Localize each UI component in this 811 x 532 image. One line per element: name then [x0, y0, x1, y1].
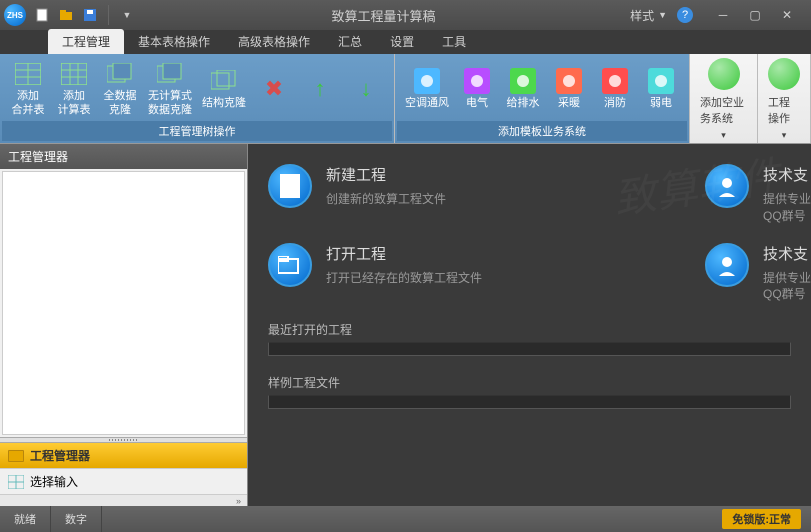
system-icon: [555, 67, 583, 95]
arrow-up-icon: ↑: [304, 73, 336, 105]
qat-new-icon[interactable]: [32, 5, 52, 25]
chevron-down-icon: ▾: [721, 130, 726, 141]
ribbon-tabs: 工程管理 基本表格操作 高级表格操作 汇总 设置 工具: [0, 30, 811, 54]
support2-card[interactable]: 技术支 提供专业 QQ群号: [705, 243, 811, 304]
system-icon: [601, 67, 629, 95]
new-project-card[interactable]: 新建工程 创建新的致算工程文件: [268, 164, 446, 225]
tab-tools[interactable]: 工具: [428, 29, 480, 54]
nocalc-clone-button[interactable]: 无计算式 数据克隆: [144, 58, 196, 118]
open-project-card[interactable]: 打开工程 打开已经存在的致算工程文件: [268, 243, 482, 304]
qat-save-icon[interactable]: [80, 5, 100, 25]
grid-icon: [8, 475, 24, 489]
tab-basic-table[interactable]: 基本表格操作: [124, 29, 224, 54]
status-number: 数字: [51, 506, 102, 532]
tab-summary[interactable]: 汇总: [324, 29, 376, 54]
full-clone-button[interactable]: 全数据 克隆: [98, 58, 142, 118]
add-calc-table-button[interactable]: 添加 计算表: [52, 58, 96, 118]
struct-clone-button[interactable]: 结构克隆: [198, 65, 250, 112]
tab-settings[interactable]: 设置: [376, 29, 428, 54]
move-up-button[interactable]: ↑: [298, 71, 342, 107]
arrow-down-icon: ↓: [350, 73, 382, 105]
help-icon[interactable]: ?: [677, 7, 693, 23]
status-ready: 就绪: [0, 506, 51, 532]
delete-button[interactable]: ✖: [252, 71, 296, 107]
clone-icon: [210, 67, 238, 95]
minimize-button[interactable]: ─: [713, 7, 733, 23]
app-icon[interactable]: ZHS: [4, 4, 26, 26]
qat-dropdown-icon[interactable]: ▼: [117, 5, 137, 25]
clone-icon: [156, 60, 184, 88]
x-icon: ✖: [258, 73, 290, 105]
template-system-button[interactable]: 电气: [455, 65, 499, 112]
template-system-button[interactable]: 给排水: [501, 65, 545, 112]
support-icon: [705, 164, 749, 208]
add-empty-system-button[interactable]: 添加空业务系统 ▾: [700, 58, 747, 141]
group-label: 添加模板业务系统: [397, 121, 687, 141]
panel-header: 工程管理器: [0, 144, 247, 169]
tab-project-manage[interactable]: 工程管理: [48, 29, 124, 54]
system-icon: [413, 67, 441, 95]
select-input-item[interactable]: 选择输入: [0, 468, 247, 494]
chevron-down-icon: ▾: [782, 130, 787, 141]
table-icon: [14, 60, 42, 88]
support1-card[interactable]: 技术支 提供专业 QQ群号: [705, 164, 811, 225]
style-selector[interactable]: 样式▼: [630, 7, 667, 24]
system-icon: [509, 67, 537, 95]
recent-list[interactable]: [268, 342, 791, 356]
template-system-button[interactable]: 采暖: [547, 65, 591, 112]
tab-advanced-table[interactable]: 高级表格操作: [224, 29, 324, 54]
circle-icon: [768, 58, 800, 90]
table-icon: [60, 60, 88, 88]
folder-open-icon: [268, 243, 312, 287]
project-tree[interactable]: [2, 171, 245, 435]
qat-open-icon[interactable]: [56, 5, 76, 25]
support-icon: [705, 243, 749, 287]
file-icon: [268, 164, 312, 208]
move-down-button[interactable]: ↓: [344, 71, 388, 107]
maximize-button[interactable]: ▢: [745, 7, 765, 23]
circle-icon: [708, 58, 740, 90]
status-lock-badge: 免锁版:正常: [722, 509, 801, 529]
collapse-button[interactable]: »: [0, 494, 247, 506]
project-ops-button[interactable]: 工程操作 ▾: [768, 58, 800, 141]
template-system-button[interactable]: 消防: [593, 65, 637, 112]
recent-label: 最近打开的工程: [268, 321, 791, 338]
panel-selected-item[interactable]: 工程管理器: [0, 443, 247, 468]
system-icon: [463, 67, 491, 95]
sample-label: 样例工程文件: [268, 374, 791, 391]
folder-icon: [8, 450, 24, 462]
sample-list[interactable]: [268, 395, 791, 409]
close-button[interactable]: ✕: [777, 7, 797, 23]
add-merge-table-button[interactable]: 添加 合并表: [6, 58, 50, 118]
group-label: 工程管理树操作: [2, 121, 392, 141]
system-icon: [647, 67, 675, 95]
window-title: 致算工程量计算稿: [137, 6, 630, 25]
template-system-button[interactable]: 弱电: [639, 65, 683, 112]
template-system-button[interactable]: 空调通风: [401, 65, 453, 112]
clone-icon: [106, 60, 134, 88]
